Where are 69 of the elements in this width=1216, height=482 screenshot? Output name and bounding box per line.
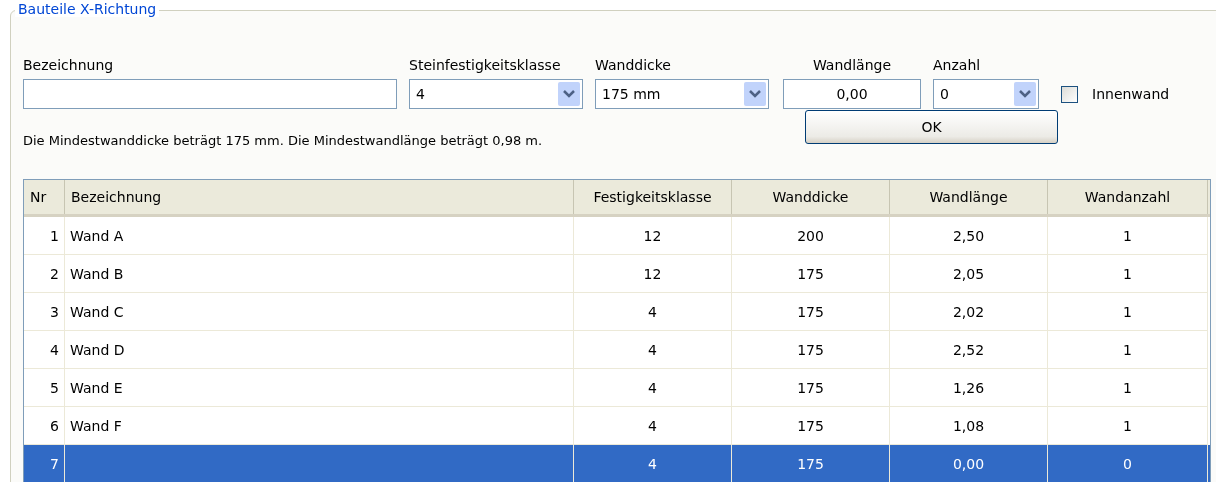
column-header[interactable]: Nr [24,180,65,214]
table-row[interactable]: 1 Wand A 12 200 2,50 1 [24,217,1210,255]
table-cell: 6 [50,417,59,434]
table-cell: 4 [648,303,657,320]
table-cell: 175 [797,455,824,472]
dropdown-field[interactable]: 4 [409,79,583,109]
field-label: Steinfestigkeitsklasse [409,57,562,75]
table-cell: 175 [797,379,824,396]
column-header[interactable]: Wandlänge [890,180,1048,214]
table-cell: 1 [1123,379,1132,396]
column-header[interactable]: Wandanzahl [1048,180,1208,214]
table-cell: 12 [643,265,662,282]
table-cell: Wand F [70,417,122,434]
table-cell: 2,05 [952,265,985,282]
group-title: Bauteile X-Richtung [15,1,160,17]
table-cell: 0,00 [952,455,985,472]
table-cell: 4 [50,341,59,358]
table-row[interactable]: 7 4 175 0,00 0 [24,445,1210,482]
table-cell: Wand B [70,265,124,282]
table-cell: 175 [797,341,824,358]
field-label: Wanddicke [595,57,672,75]
table-row[interactable]: 6 Wand F 4 175 1,08 1 [24,407,1210,445]
table-cell: 12 [643,227,662,244]
table-cell: 1 [50,227,59,244]
table-cell: 4 [648,341,657,358]
column-header[interactable]: Festigkeitsklasse [574,180,732,214]
dropdown-field[interactable]: 0 [933,79,1039,109]
table-cell: Wand A [70,227,124,244]
table-cell: 175 [797,303,824,320]
table-cell: 7 [50,455,59,472]
table-cell: 0 [1123,455,1132,472]
table-cell: 2 [50,265,59,282]
table-cell: 200 [797,227,824,244]
table-cell: Wand C [70,303,124,320]
table-cell: Wand D [70,341,125,358]
checkbox[interactable] [1061,85,1078,103]
field-label: Bezeichnung [23,57,115,75]
table-cell: 1 [1123,417,1132,434]
column-header[interactable]: Bezeichnung [65,180,574,214]
dropdown-field[interactable]: 175 mm [595,79,769,109]
field-label: Wandlänge [811,57,893,75]
table-cell: 175 [797,265,824,282]
table-cell: 4 [648,417,657,434]
table-cell: 2,52 [952,341,985,358]
table-cell: Wand E [70,379,123,396]
checkbox-label: Innenwand [1092,86,1170,102]
table-cell: 3 [50,303,59,320]
table-cell: 4 [648,379,657,396]
table-cell: 175 [797,417,824,434]
table-cell: 1 [1123,265,1132,282]
info-message: Die Mindestwanddicke beträgt 175 mm. Die Mindestwandlänge beträgt 0,98 m. [23,131,544,148]
table-cell: 1 [1123,303,1132,320]
number-field[interactable]: 0,00 [783,79,921,109]
table-cell: 2,02 [952,303,985,320]
ok-button[interactable]: OK [805,110,1058,144]
table-row[interactable]: 4 Wand D 4 175 2,52 1 [24,331,1210,369]
table-cell: 1,26 [952,379,985,396]
table-cell: 1 [1123,341,1132,358]
table-cell: 5 [50,379,59,396]
field-label: Anzahl [933,57,982,75]
table-row[interactable]: 3 Wand C 4 175 2,02 1 [24,293,1210,331]
text-field[interactable] [23,79,397,109]
column-header[interactable]: Wanddicke [732,180,890,214]
table-cell: 1,08 [952,417,985,434]
table-row[interactable]: 5 Wand E 4 175 1,26 1 [24,369,1210,407]
table-cell: 2,50 [952,227,985,244]
table-cell: 1 [1123,227,1132,244]
table-row[interactable]: 2 Wand B 12 175 2,05 1 [24,255,1210,293]
table-cell: 4 [648,455,657,472]
